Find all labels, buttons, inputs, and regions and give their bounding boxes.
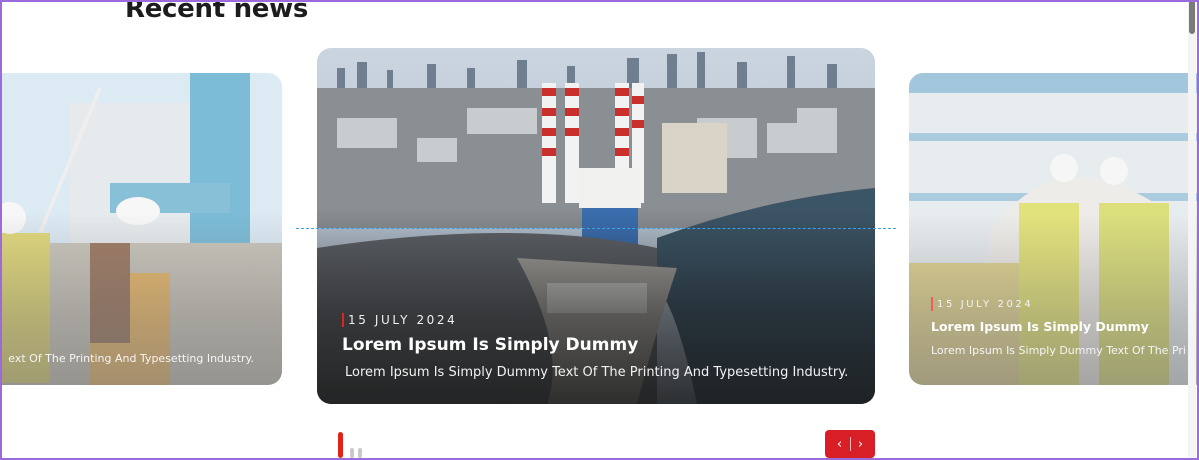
pagination-dot-active[interactable] xyxy=(338,432,343,458)
card-date-text: 15 JULY 2024 xyxy=(937,298,1034,310)
date-accent-bar xyxy=(342,313,344,327)
card-date: 15 JULY 2024 xyxy=(342,313,848,327)
card-excerpt: Lorem Ipsum Is Simply Dummy Text Of The … xyxy=(345,365,849,380)
carousel-pagination xyxy=(338,432,362,458)
card-headline[interactable]: Lorem Ipsum Is Simply Dummy xyxy=(342,335,848,355)
card-excerpt: ext Of The Printing And Typesetting Indu… xyxy=(8,352,254,365)
news-card-active[interactable]: 15 JULY 2024 Lorem Ipsum Is Simply Dummy… xyxy=(317,48,875,404)
chevron-left-icon[interactable]: ‹ xyxy=(830,437,850,452)
news-card-next[interactable]: 15 JULY 2024 Lorem Ipsum Is Simply Dummy… xyxy=(909,73,1199,385)
date-accent-bar xyxy=(931,297,933,311)
section-title: Recent news xyxy=(125,0,309,24)
card-date-text: 15 JULY 2024 xyxy=(348,313,458,327)
alignment-guide-line xyxy=(296,228,896,229)
pagination-dot[interactable] xyxy=(350,448,354,458)
card-headline[interactable]: Lorem Ipsum Is Simply Dummy xyxy=(931,319,1186,334)
page-scrollbar[interactable] xyxy=(1188,0,1196,460)
chevron-right-icon[interactable]: › xyxy=(851,437,871,452)
pagination-dot[interactable] xyxy=(358,448,362,458)
card-excerpt: Lorem Ipsum Is Simply Dummy Text Of The … xyxy=(931,344,1186,357)
scrollbar-thumb[interactable] xyxy=(1189,0,1195,34)
carousel-nav: ‹ › xyxy=(825,430,875,458)
card-date: 15 JULY 2024 xyxy=(931,297,1186,311)
news-card-previous[interactable]: y ext Of The Printing And Typesetting In… xyxy=(0,73,282,385)
